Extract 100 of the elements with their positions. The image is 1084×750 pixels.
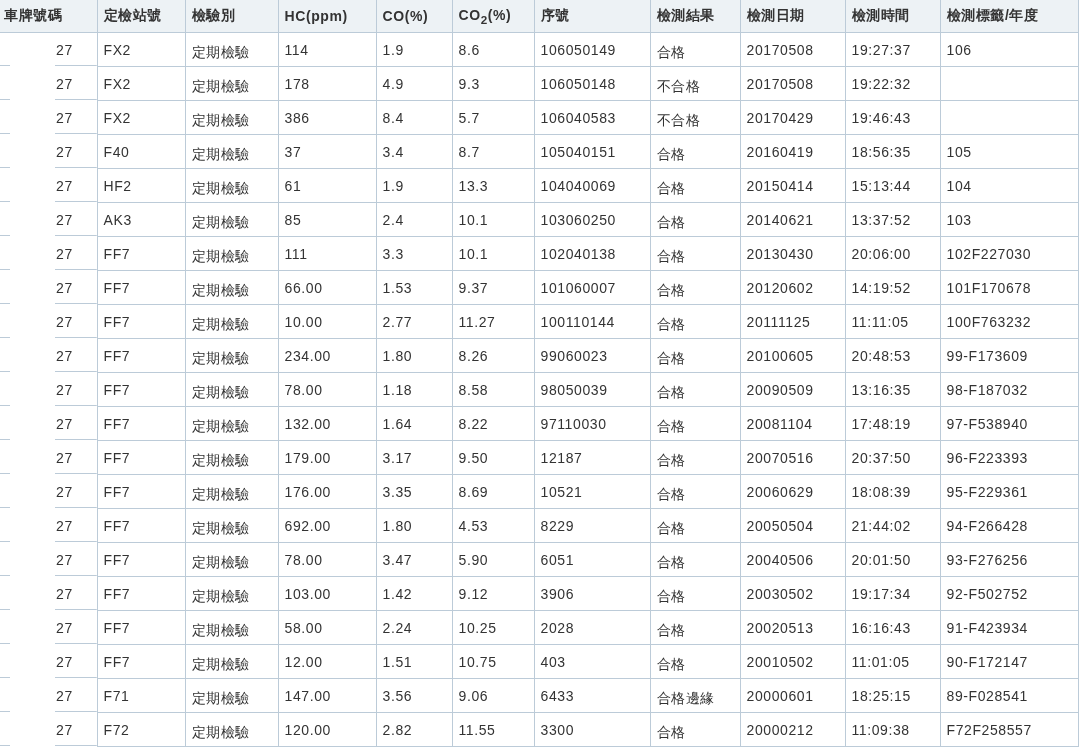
table-cell: 1.18 bbox=[382, 381, 413, 398]
table-cell: 合格 bbox=[656, 281, 686, 298]
table-cell: 3.17 bbox=[382, 449, 413, 466]
column-header: 車牌號碼 bbox=[0, 0, 97, 33]
column-header: 檢測日期 bbox=[740, 0, 845, 33]
table-cell: FF7 bbox=[103, 279, 131, 296]
table-cell: 合格 bbox=[656, 145, 686, 162]
table-cell: 10.00 bbox=[284, 313, 323, 330]
table-cell: 97110030 bbox=[540, 415, 607, 432]
table-cell: 定期檢驗 bbox=[191, 689, 250, 706]
table-cell: 1.51 bbox=[382, 653, 413, 670]
table-cell: 386 bbox=[284, 109, 310, 126]
table-cell: 20070516 bbox=[746, 449, 814, 466]
table-cell: 19:46:43 bbox=[851, 109, 911, 126]
table-cell: 定期檢驗 bbox=[191, 655, 250, 672]
table-cell: 27 bbox=[56, 109, 73, 126]
table-cell: 234.00 bbox=[284, 347, 331, 364]
table-cell: 11:11:05 bbox=[851, 313, 909, 330]
table-cell: 19:22:32 bbox=[851, 75, 911, 92]
table-cell: 定期檢驗 bbox=[191, 417, 250, 434]
table-cell: 27 bbox=[56, 449, 73, 466]
table-cell: 403 bbox=[540, 653, 566, 670]
table-cell: FF7 bbox=[103, 619, 131, 636]
table-cell: 3.35 bbox=[382, 483, 413, 500]
table-cell: 定期檢驗 bbox=[191, 179, 250, 196]
table-cell: 103 bbox=[946, 211, 972, 228]
table-cell: 8229 bbox=[540, 517, 575, 534]
table-cell: 20:48:53 bbox=[851, 347, 911, 364]
table-cell: 10.75 bbox=[458, 653, 497, 670]
table-cell: 99060023 bbox=[540, 347, 608, 364]
table-cell: 5.90 bbox=[458, 551, 489, 568]
table-cell: 20:37:50 bbox=[851, 449, 911, 466]
table-cell: 11.27 bbox=[458, 313, 496, 330]
table-cell: 合格 bbox=[656, 587, 686, 604]
table-cell: 85 bbox=[284, 211, 302, 228]
table-cell: 8.26 bbox=[458, 347, 489, 364]
table-cell: 合格 bbox=[656, 553, 686, 570]
table-cell: FX2 bbox=[103, 41, 131, 58]
table-cell: 11.55 bbox=[458, 721, 496, 738]
table-cell: 3.4 bbox=[382, 143, 404, 160]
table-cell: 定期檢驗 bbox=[191, 77, 250, 94]
table-cell: 13.3 bbox=[458, 177, 489, 194]
table-cell: 106050149 bbox=[540, 41, 616, 58]
table-cell: 1.80 bbox=[382, 347, 413, 364]
table-cell: 20100605 bbox=[746, 347, 814, 364]
table-cell: 27 bbox=[56, 551, 73, 568]
table-cell: 10.1 bbox=[458, 211, 489, 228]
table-cell: 27 bbox=[56, 415, 73, 432]
column-header: 檢測結果 bbox=[650, 0, 740, 33]
table-cell: 66.00 bbox=[284, 279, 323, 296]
table-cell: 21:44:02 bbox=[851, 517, 911, 534]
table-cell: AK3 bbox=[103, 211, 132, 228]
table-cell: 20000212 bbox=[746, 721, 814, 738]
table-cell: 20030502 bbox=[746, 585, 814, 602]
table-cell: 合格 bbox=[656, 213, 686, 230]
table-cell: 106 bbox=[946, 41, 972, 58]
column-header: CO(%) bbox=[376, 0, 452, 33]
table-cell: 27 bbox=[56, 483, 73, 500]
table-cell: 97-F538940 bbox=[946, 415, 1028, 432]
table-cell: 90-F172147 bbox=[946, 653, 1028, 670]
column-header: 檢測時間 bbox=[845, 0, 940, 33]
table-cell: F71 bbox=[103, 687, 130, 704]
table-cell: 78.00 bbox=[284, 381, 323, 398]
table-cell: FF7 bbox=[103, 551, 131, 568]
table-cell: 20170508 bbox=[746, 41, 814, 58]
table-cell: 27 bbox=[56, 313, 73, 330]
table-cell: 9.06 bbox=[458, 687, 489, 704]
table-cell: 2.77 bbox=[382, 313, 413, 330]
table-cell: FX2 bbox=[103, 75, 131, 92]
table-cell: 10.1 bbox=[458, 245, 489, 262]
table-cell: 20160419 bbox=[746, 143, 814, 160]
table-cell: 20170508 bbox=[746, 75, 814, 92]
table-cell: 定期檢驗 bbox=[191, 43, 250, 60]
table-cell: 20040506 bbox=[746, 551, 814, 568]
table-cell: F72F258557 bbox=[946, 721, 1032, 738]
table-cell: 20:06:00 bbox=[851, 245, 911, 262]
table-cell: 20090509 bbox=[746, 381, 814, 398]
table-cell: 合格 bbox=[656, 417, 686, 434]
table-cell: 27 bbox=[56, 143, 73, 160]
table-cell: 1.42 bbox=[382, 585, 413, 602]
table-cell: 100110144 bbox=[540, 313, 615, 330]
column-header: CO$_{2}$(%) bbox=[452, 0, 534, 33]
table-cell: 98050039 bbox=[540, 381, 608, 398]
table-cell: 3.47 bbox=[382, 551, 413, 568]
table-cell: 定期檢驗 bbox=[191, 349, 250, 366]
table-cell: FF7 bbox=[103, 517, 131, 534]
table-cell: 定期檢驗 bbox=[191, 553, 250, 570]
table-cell: 176.00 bbox=[284, 483, 331, 500]
table-cell: FF7 bbox=[103, 347, 131, 364]
table-cell: 定期檢驗 bbox=[191, 213, 250, 230]
table-cell: FF7 bbox=[103, 415, 131, 432]
table-cell: 1.9 bbox=[382, 41, 404, 58]
table-cell: FF7 bbox=[103, 245, 131, 262]
table-cell: 合格 bbox=[656, 179, 686, 196]
table-cell: 8.58 bbox=[458, 381, 489, 398]
table-cell: 3300 bbox=[540, 721, 575, 738]
table-cell: 101F170678 bbox=[946, 279, 1032, 296]
table-cell: 20081104 bbox=[746, 415, 813, 432]
table-cell: 102F227030 bbox=[946, 245, 1032, 262]
table-cell: 27 bbox=[56, 381, 73, 398]
